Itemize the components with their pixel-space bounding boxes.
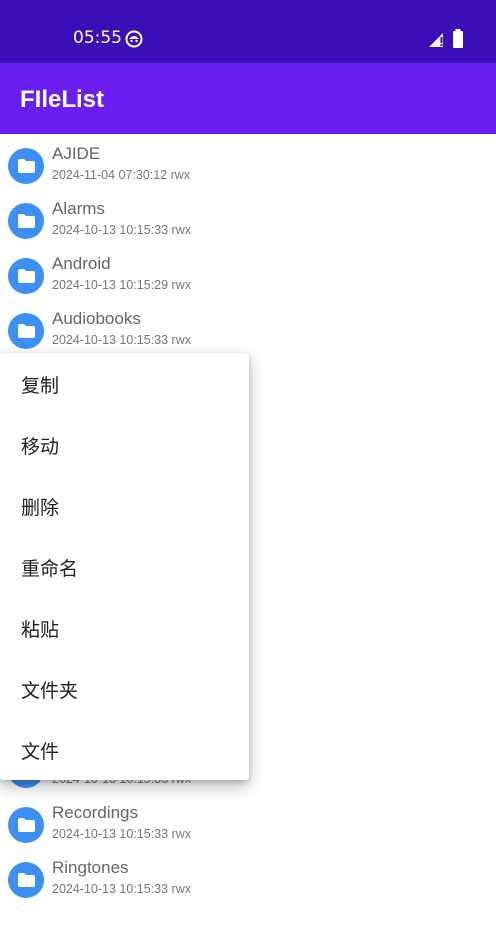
folder-icon (8, 258, 44, 294)
folder-icon (8, 862, 44, 898)
list-item[interactable]: Audiobooks 2024-10-13 10:15:33 rwx (0, 305, 496, 360)
file-name: AJIDE (52, 144, 101, 163)
list-item[interactable]: Alarms 2024-10-13 10:15:33 rwx (0, 195, 496, 250)
file-name: Recordings (52, 803, 138, 822)
file-name: Audiobooks (52, 309, 141, 328)
status-time: 05:55 (73, 28, 122, 48)
file-meta: 2024-11-04 07:30:12 rwx (52, 168, 191, 182)
menu-item-copy[interactable]: 复制 (0, 353, 249, 414)
signal-icon (428, 30, 446, 48)
menu-item-label: 删除 (21, 497, 60, 519)
list-item[interactable]: Ringtones 2024-10-13 10:15:33 rwx (0, 854, 496, 909)
list-item[interactable]: AJIDE 2024-11-04 07:30:12 rwx (0, 140, 496, 195)
folder-icon (8, 807, 44, 843)
folder-icon (8, 148, 44, 184)
status-bar: 05:55 (0, 0, 496, 63)
file-meta: 2024-10-13 10:15:33 rwx (52, 333, 191, 347)
menu-item-label: 文件夹 (21, 680, 79, 702)
menu-item-label: 移动 (21, 436, 60, 458)
menu-item-paste[interactable]: 粘贴 (0, 597, 249, 658)
file-name: Android (52, 254, 111, 273)
folder-icon (8, 203, 44, 239)
context-menu: 复制 移动 删除 重命名 粘贴 文件夹 文件 (0, 353, 249, 780)
menu-item-delete[interactable]: 删除 (0, 475, 249, 536)
list-item[interactable]: Recordings 2024-10-13 10:15:33 rwx (0, 799, 496, 854)
menu-item-label: 重命名 (21, 558, 79, 580)
battery-icon (452, 29, 464, 48)
file-meta: 2024-10-13 10:15:29 rwx (52, 278, 191, 292)
file-meta: 2024-10-13 10:15:33 rwx (52, 223, 191, 237)
app-title: FIleList (20, 86, 105, 113)
menu-item-new-folder[interactable]: 文件夹 (0, 658, 249, 719)
list-item[interactable]: Android 2024-10-13 10:15:29 rwx (0, 250, 496, 305)
menu-item-move[interactable]: 移动 (0, 414, 249, 475)
file-meta: 2024-10-13 10:15:33 rwx (52, 827, 191, 841)
menu-item-new-file[interactable]: 文件 (0, 719, 249, 780)
file-name: Alarms (52, 199, 105, 218)
menu-item-label: 粘贴 (21, 619, 60, 641)
file-meta: 2024-10-13 10:15:33 rwx (52, 882, 191, 896)
notification-icon (125, 30, 143, 48)
folder-icon (8, 313, 44, 349)
file-name: Ringtones (52, 858, 129, 877)
menu-item-label: 文件 (21, 741, 60, 763)
menu-item-label: 复制 (21, 375, 60, 397)
app-bar: FIleList (0, 63, 496, 134)
menu-item-rename[interactable]: 重命名 (0, 536, 249, 597)
